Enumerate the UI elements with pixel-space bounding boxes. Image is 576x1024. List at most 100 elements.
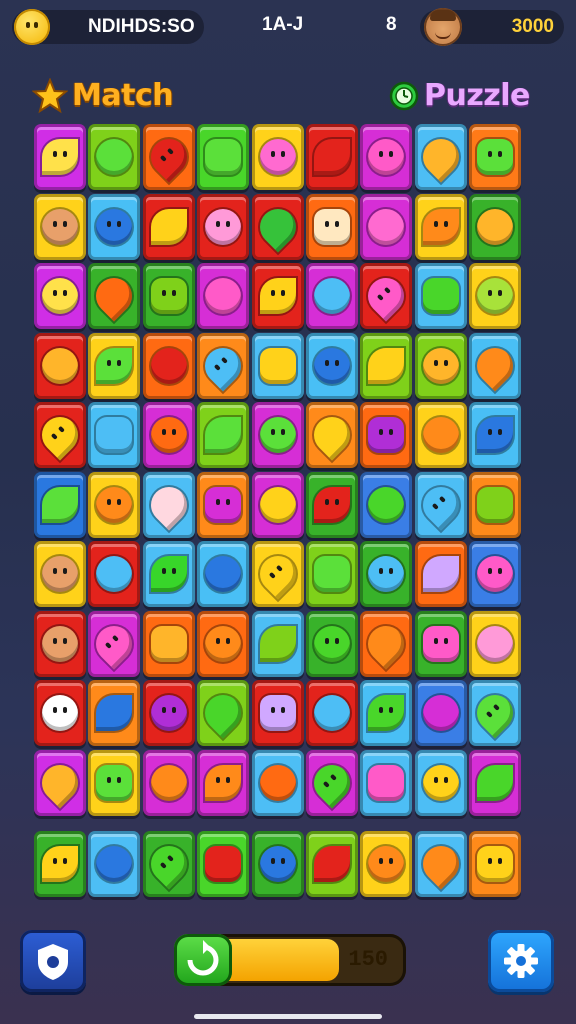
board-tile[interactable] xyxy=(34,332,86,399)
board-tile[interactable] xyxy=(34,831,86,897)
board-tile[interactable] xyxy=(142,680,195,746)
board-tile[interactable] xyxy=(197,471,250,538)
board-tile[interactable] xyxy=(469,402,522,468)
board-tile[interactable] xyxy=(142,541,195,607)
board-tile[interactable] xyxy=(469,263,522,329)
board-tile[interactable] xyxy=(306,471,358,538)
board-tile[interactable] xyxy=(34,541,86,607)
board-tile[interactable] xyxy=(88,263,141,329)
board-tile[interactable] xyxy=(197,402,250,468)
board-tile[interactable] xyxy=(251,471,304,538)
board-tile[interactable] xyxy=(34,680,86,746)
board-tile[interactable] xyxy=(88,831,141,897)
board-tile[interactable] xyxy=(34,749,86,816)
board-tile[interactable] xyxy=(414,541,467,607)
settings-button[interactable] xyxy=(488,930,554,992)
board-tile[interactable] xyxy=(469,193,522,260)
board-tile[interactable] xyxy=(197,193,250,260)
board-tile[interactable] xyxy=(88,193,141,260)
board-tile[interactable] xyxy=(142,402,195,468)
board-tile[interactable] xyxy=(197,263,250,329)
board-tile[interactable] xyxy=(306,749,358,816)
board-tile[interactable] xyxy=(197,541,250,607)
home-indicator[interactable] xyxy=(194,1014,382,1019)
board-tile[interactable] xyxy=(469,610,522,677)
board-tile[interactable] xyxy=(197,610,250,677)
progress-cap[interactable] xyxy=(174,934,232,986)
board-tile[interactable] xyxy=(251,263,304,329)
board-tile[interactable] xyxy=(469,680,522,746)
board-tile[interactable] xyxy=(414,402,467,468)
board-tile[interactable] xyxy=(360,471,413,538)
board-tile[interactable] xyxy=(251,610,304,677)
board-tile[interactable] xyxy=(360,610,413,677)
board-tile[interactable] xyxy=(306,332,358,399)
board-tile[interactable] xyxy=(251,680,304,746)
board-tile[interactable] xyxy=(360,402,413,468)
board-tile[interactable] xyxy=(197,831,250,897)
board-tile[interactable] xyxy=(142,193,195,260)
board-tile[interactable] xyxy=(142,263,195,329)
board-tile[interactable] xyxy=(88,124,141,190)
board-tile[interactable] xyxy=(88,541,141,607)
board-tile[interactable] xyxy=(88,680,141,746)
board-tile[interactable] xyxy=(306,610,358,677)
board-tile[interactable] xyxy=(306,402,358,468)
board-tile[interactable] xyxy=(142,332,195,399)
board-tile[interactable] xyxy=(414,124,467,190)
board-tile[interactable] xyxy=(34,402,86,468)
board-tile[interactable] xyxy=(360,263,413,329)
board-tile[interactable] xyxy=(306,680,358,746)
board-tile[interactable] xyxy=(251,541,304,607)
board-tile[interactable] xyxy=(88,610,141,677)
board-tile[interactable] xyxy=(360,332,413,399)
board-tile[interactable] xyxy=(414,749,467,816)
board-tile[interactable] xyxy=(469,831,522,897)
board-tile[interactable] xyxy=(306,541,358,607)
board-tile[interactable] xyxy=(197,749,250,816)
board-tile[interactable] xyxy=(360,680,413,746)
board-tile[interactable] xyxy=(360,541,413,607)
board-tile[interactable] xyxy=(360,193,413,260)
board-tile[interactable] xyxy=(34,124,86,190)
board-tile[interactable] xyxy=(469,749,522,816)
board-tile[interactable] xyxy=(251,402,304,468)
board-tile[interactable] xyxy=(469,541,522,607)
board-tile[interactable] xyxy=(306,193,358,260)
shield-button[interactable] xyxy=(20,930,86,992)
board-tile[interactable] xyxy=(469,471,522,538)
board-tile[interactable] xyxy=(251,749,304,816)
board-tile[interactable] xyxy=(34,263,86,329)
board-tile[interactable] xyxy=(142,831,195,897)
board-tile[interactable] xyxy=(306,263,358,329)
board-tile[interactable] xyxy=(251,124,304,190)
board-tile[interactable] xyxy=(142,471,195,538)
smiley-icon[interactable] xyxy=(14,9,50,45)
board-tile[interactable] xyxy=(251,193,304,260)
board-tile[interactable] xyxy=(88,332,141,399)
board-tile[interactable] xyxy=(414,263,467,329)
board-tile[interactable] xyxy=(251,332,304,399)
board-tile[interactable] xyxy=(414,471,467,538)
board-tile[interactable] xyxy=(34,471,86,538)
board-tile[interactable] xyxy=(469,124,522,190)
board-tile[interactable] xyxy=(306,124,358,190)
board-tile[interactable] xyxy=(88,749,141,816)
board-tile[interactable] xyxy=(306,831,358,897)
board-tile[interactable] xyxy=(88,471,141,538)
board-tile[interactable] xyxy=(34,193,86,260)
board-tile[interactable] xyxy=(142,749,195,816)
board-tile[interactable] xyxy=(197,124,250,190)
board-tile[interactable] xyxy=(469,332,522,399)
board-tile[interactable] xyxy=(88,402,141,468)
board-tile[interactable] xyxy=(414,332,467,399)
board-tile[interactable] xyxy=(414,831,467,897)
board-tile[interactable] xyxy=(197,680,250,746)
board-tile[interactable] xyxy=(414,610,467,677)
board-tile[interactable] xyxy=(142,610,195,677)
board-tile[interactable] xyxy=(34,610,86,677)
board-tile[interactable] xyxy=(142,124,195,190)
board-tile[interactable] xyxy=(414,193,467,260)
board-tile[interactable] xyxy=(360,749,413,816)
player-avatar-icon[interactable] xyxy=(424,8,462,46)
